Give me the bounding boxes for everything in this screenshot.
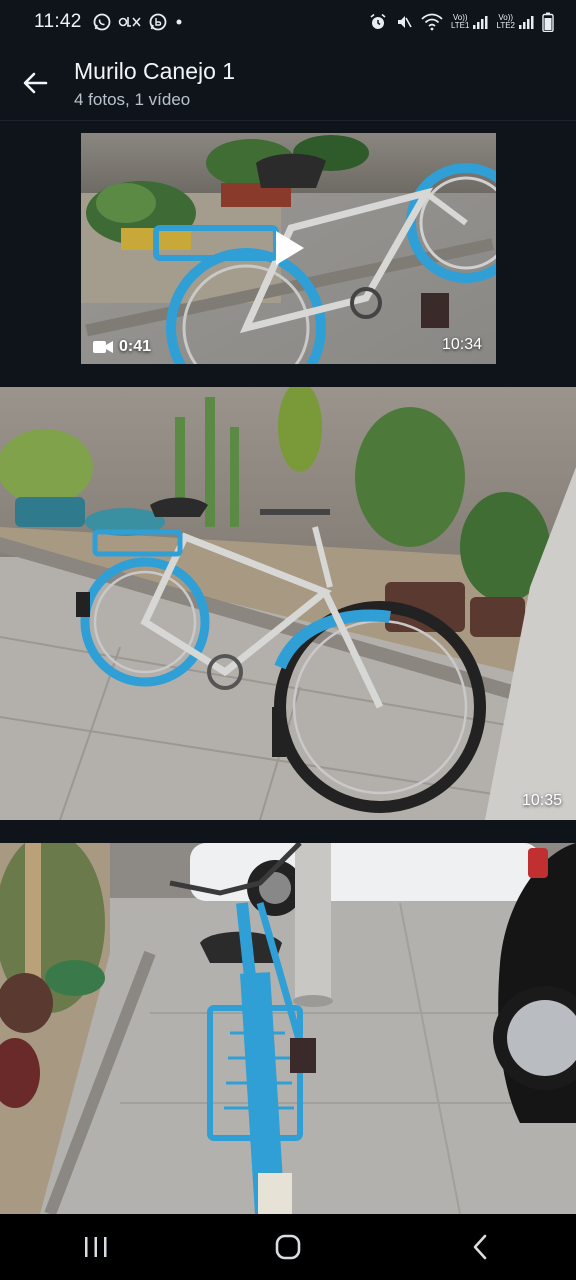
- recents-button[interactable]: [66, 1222, 126, 1272]
- recents-icon: [85, 1237, 107, 1257]
- back-icon: [473, 1234, 487, 1260]
- system-nav-bar: [0, 1214, 576, 1280]
- photo-thumbnail[interactable]: [0, 843, 576, 1214]
- olx-icon: [118, 15, 142, 29]
- sim1-label-bottom: LTE1: [450, 21, 470, 30]
- whatsapp-icon: [92, 12, 112, 32]
- photo-timestamp: 10:35: [521, 792, 562, 809]
- video-timestamp: 10:34: [441, 336, 482, 353]
- status-bar: 11:42 Vo)) LTE1 Vo)) LTE2: [0, 0, 576, 44]
- photo-image: [0, 387, 576, 820]
- dot-icon: [174, 17, 184, 27]
- sim2-label-bottom: LTE2: [496, 21, 515, 30]
- album-subtitle: 4 fotos, 1 vídeo: [74, 90, 191, 109]
- play-icon: [276, 231, 304, 265]
- back-button[interactable]: [18, 66, 52, 100]
- video-thumbnail[interactable]: 0:41 10:34: [81, 133, 496, 364]
- battery-icon: [542, 12, 554, 32]
- alarm-icon: [369, 13, 387, 31]
- signal-sim1-icon: Vo)) LTE1: [451, 14, 489, 30]
- photo-thumbnail[interactable]: 10:35: [0, 387, 576, 820]
- wifi-icon: [421, 13, 443, 31]
- whatsapp-business-icon: [148, 12, 168, 32]
- album-title: Murilo Canejo 1: [74, 58, 236, 84]
- arrow-left-icon: [23, 72, 48, 94]
- signal-sim2-icon: Vo)) LTE2: [496, 14, 534, 30]
- system-back-button[interactable]: [450, 1222, 510, 1272]
- status-system-icons: Vo)) LTE1 Vo)) LTE2: [369, 12, 554, 32]
- home-button[interactable]: [258, 1222, 318, 1272]
- play-button[interactable]: [264, 223, 314, 273]
- video-duration-badge: 0:41: [93, 338, 151, 356]
- status-time: 11:42: [34, 11, 82, 32]
- home-icon: [275, 1234, 301, 1260]
- video-camera-icon: [93, 341, 113, 353]
- video-duration: 0:41: [119, 338, 152, 355]
- photo-image: [0, 843, 576, 1214]
- status-notifications: [92, 12, 184, 32]
- mute-icon: [395, 13, 413, 31]
- album-header: Murilo Canejo 1 4 fotos, 1 vídeo: [0, 44, 576, 121]
